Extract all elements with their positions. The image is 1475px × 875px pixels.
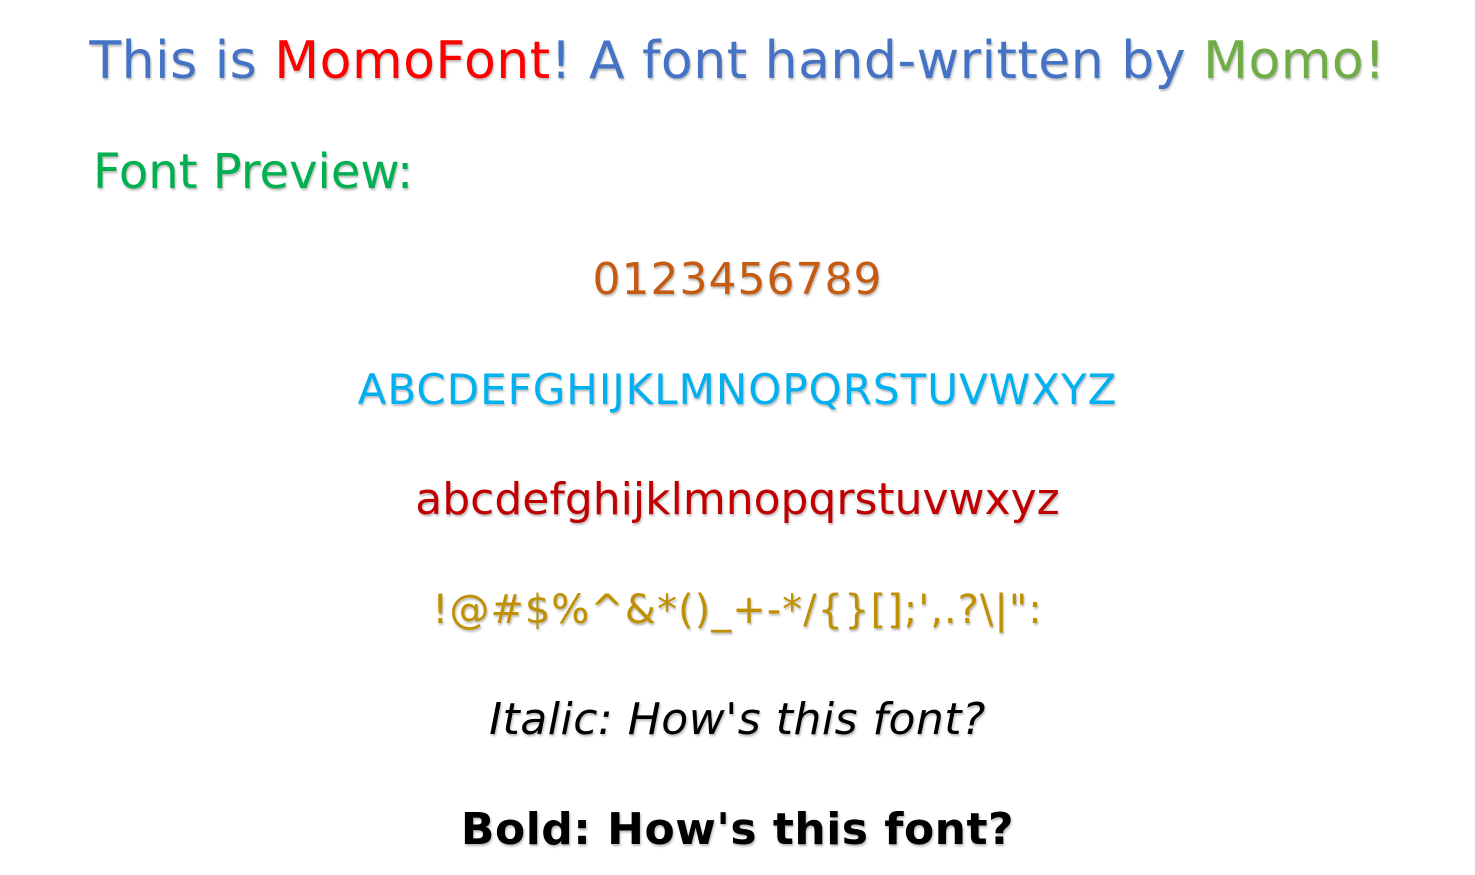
title-text-fontname: MomoFont	[274, 31, 551, 91]
uppercase-sample: ABCDEFGHIJKLMNOPQRSTUVWXYZ	[357, 365, 1118, 414]
title-text-author: Momo!	[1203, 31, 1386, 91]
title-text-intro: This is	[89, 31, 275, 91]
symbols-sample: !@#$%^&*()_+-*/{}[];',.?\|":	[432, 587, 1043, 633]
title-text-middle: ! A font hand-written by	[550, 31, 1204, 91]
lowercase-sample: abcdefghijklmnopqrstuvwxyz	[415, 474, 1060, 525]
page-title: This is MomoFont! A font hand-written by…	[0, 26, 1475, 96]
font-preview-heading: Font Preview:	[93, 144, 414, 200]
bold-sample: Bold: How's this font?	[460, 804, 1015, 855]
italic-sample: Italic: How's this font?	[489, 694, 986, 745]
digits-sample: 0123456789	[592, 254, 883, 305]
